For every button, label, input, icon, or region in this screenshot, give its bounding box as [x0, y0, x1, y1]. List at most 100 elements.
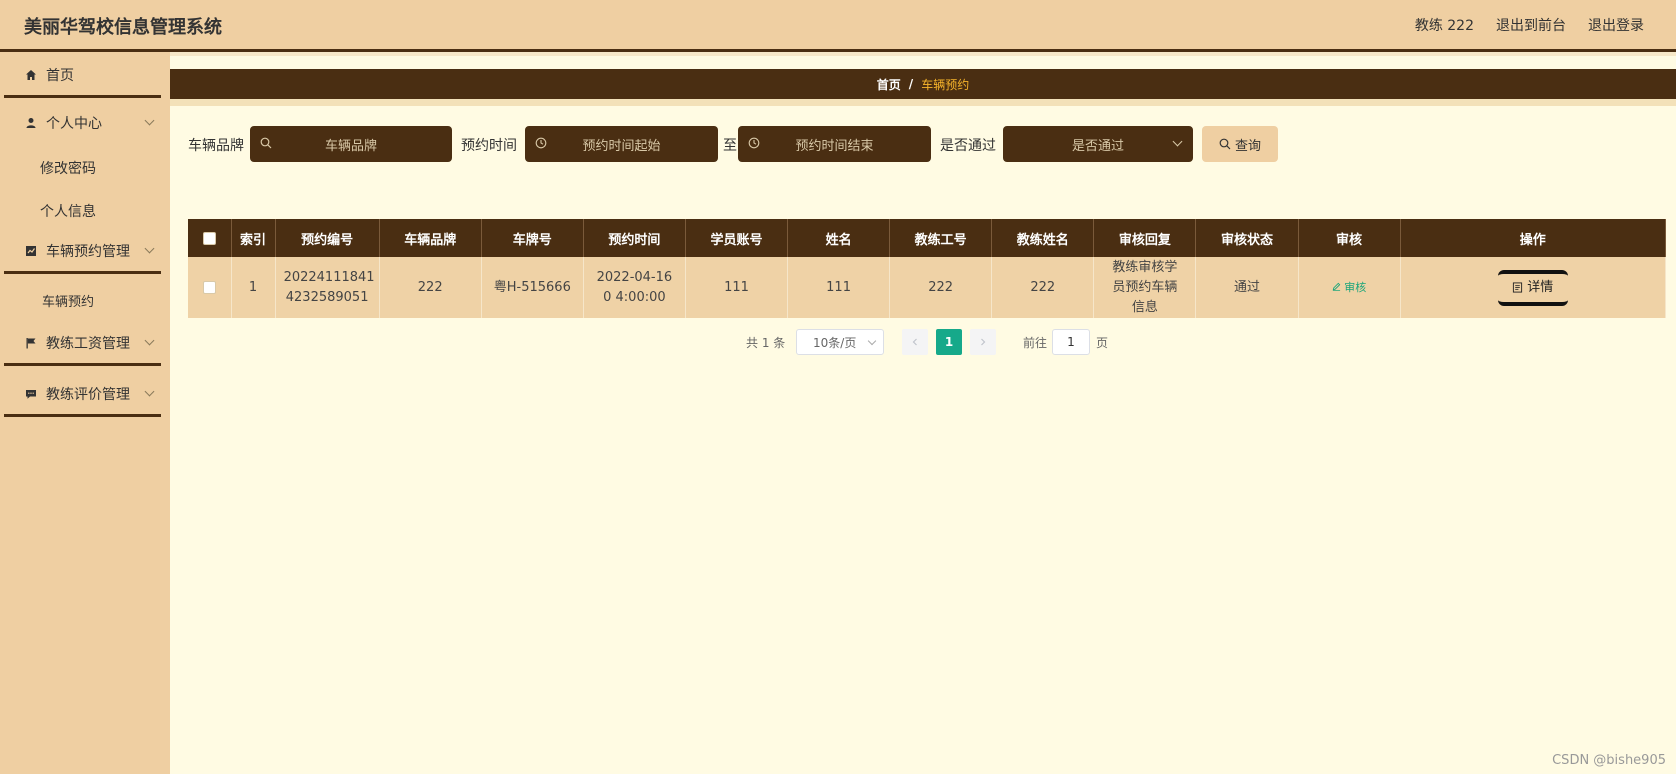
clock-icon	[535, 137, 547, 149]
column-header: 操作	[1400, 219, 1667, 257]
column-header: 审核	[1298, 219, 1401, 257]
page-number-current[interactable]: 1	[936, 329, 962, 355]
user-icon	[24, 116, 38, 130]
time-label: 预约时间	[461, 138, 517, 154]
column-header: 学员账号	[685, 219, 789, 257]
cell-reply: 教练审核学员预约车辆信息	[1093, 257, 1197, 318]
breadcrumb-band	[170, 99, 1676, 106]
chevron-down-icon	[144, 386, 155, 397]
audit-label: 审核	[1344, 280, 1367, 294]
clock-icon	[748, 137, 760, 149]
audit-button[interactable]: 审核	[1332, 280, 1367, 294]
chevron-down-icon	[867, 336, 877, 346]
top-header: 美丽华驾校信息管理系统 教练 222 退出到前台 退出登录	[0, 0, 1676, 52]
chevron-right-icon	[981, 338, 986, 346]
sidebar-item-label: 首页	[46, 68, 74, 84]
column-header: 姓名	[787, 219, 891, 257]
document-icon	[1513, 282, 1523, 293]
column-header: 预约编号	[275, 219, 380, 257]
time-start-placeholder: 预约时间起始	[582, 138, 661, 154]
edit-icon	[1332, 282, 1341, 291]
time-end-placeholder: 预约时间结束	[795, 138, 874, 154]
page-size-select[interactable]: 10条/页	[796, 329, 884, 355]
query-button[interactable]: 查询	[1202, 126, 1278, 162]
goto-label: 前往	[1023, 336, 1048, 350]
watermark: CSDN @bishe905	[1552, 753, 1666, 768]
search-form: 车辆品牌 车辆品牌 预约时间 预约时间起始 至 预约时间结束 是否通过 是否通过…	[170, 126, 1676, 162]
sidebar-item-change-password[interactable]: 修改密码	[4, 147, 161, 189]
brand-label: 车辆品牌	[188, 138, 244, 154]
chevron-down-icon	[144, 115, 155, 126]
column-header: 审核状态	[1195, 219, 1299, 257]
column-header: 审核回复	[1093, 219, 1197, 257]
current-user[interactable]: 教练 222	[1415, 15, 1474, 35]
breadcrumb-home[interactable]: 首页	[877, 76, 901, 93]
time-start-input[interactable]: 预约时间起始	[525, 126, 718, 162]
sidebar-item-vehicle-booking[interactable]: 车辆预约	[4, 279, 161, 321]
cell-status: 通过	[1195, 257, 1299, 318]
query-button-label: 查询	[1234, 138, 1261, 154]
chevron-down-icon	[144, 335, 155, 346]
sidebar-item-home[interactable]: 首页	[4, 52, 161, 98]
app-title: 美丽华驾校信息管理系统	[24, 17, 222, 38]
cell-actions: 详情	[1400, 257, 1667, 318]
chart-icon	[24, 244, 38, 258]
sidebar: 首页 个人中心 修改密码 个人信息 车辆预约管理 车辆预约 教练工资管理 教练评…	[0, 52, 170, 774]
comment-icon	[24, 387, 38, 401]
column-header: 车牌号	[481, 219, 584, 257]
cell-plate: 粤H-515666	[481, 257, 584, 318]
column-header: 教练姓名	[991, 219, 1095, 257]
column-header: 索引	[231, 219, 276, 257]
cell-student-account: 111	[685, 257, 789, 318]
chevron-left-icon	[912, 338, 917, 346]
sidebar-item-personal-center[interactable]: 个人中心	[4, 100, 161, 146]
home-icon	[24, 68, 38, 82]
sidebar-item-label: 个人中心	[46, 116, 102, 132]
detail-button[interactable]: 详情	[1497, 269, 1568, 306]
chevron-down-icon	[144, 243, 155, 254]
select-all-checkbox[interactable]	[202, 231, 216, 245]
row-checkbox[interactable]	[202, 280, 216, 294]
sidebar-item-coach-eval-mgmt[interactable]: 教练评价管理	[4, 371, 161, 417]
row-select-cell	[188, 257, 232, 318]
logout-link[interactable]: 退出登录	[1588, 15, 1644, 35]
sidebar-item-personal-info[interactable]: 个人信息	[4, 190, 161, 232]
pass-label: 是否通过	[940, 138, 996, 154]
page-suffix-label: 页	[1096, 336, 1109, 350]
next-page-button[interactable]	[970, 329, 996, 355]
time-end-input[interactable]: 预约时间结束	[738, 126, 931, 162]
table-header-row: 索引 预约编号 车辆品牌 车牌号 预约时间 学员账号 姓名 教练工号 教练姓名 …	[188, 219, 1667, 257]
breadcrumb-separator: /	[908, 77, 914, 91]
cell-index: 1	[231, 257, 276, 318]
sidebar-item-label: 车辆预约管理	[46, 244, 130, 260]
detail-label: 详情	[1527, 279, 1554, 295]
header-actions: 教练 222 退出到前台 退出登录	[1415, 15, 1644, 35]
table-row: 1 20224111841 4232589051 222 粤H-515666 2…	[188, 257, 1667, 318]
prev-page-button[interactable]	[902, 329, 928, 355]
sidebar-item-coach-salary-mgmt[interactable]: 教练工资管理	[4, 320, 161, 366]
brand-search-input[interactable]: 车辆品牌	[250, 126, 452, 162]
search-icon	[260, 137, 272, 149]
sidebar-item-label: 教练评价管理	[46, 387, 130, 403]
cell-name: 111	[787, 257, 891, 318]
sidebar-item-vehicle-booking-mgmt[interactable]: 车辆预约管理	[4, 228, 161, 274]
flag-icon	[24, 336, 38, 350]
column-header: 车辆品牌	[379, 219, 482, 257]
breadcrumb: 首页 / 车辆预约	[170, 69, 1676, 99]
cell-brand: 222	[379, 257, 482, 318]
chevron-down-icon	[1172, 136, 1183, 147]
booking-table: 索引 预约编号 车辆品牌 车牌号 预约时间 学员账号 姓名 教练工号 教练姓名 …	[188, 219, 1667, 318]
search-icon	[1219, 138, 1231, 150]
brand-placeholder: 车辆品牌	[324, 138, 377, 154]
pagination: 共 1 条 10条/页 1 前往 1 页	[170, 329, 1676, 355]
exit-to-front-link[interactable]: 退出到前台	[1496, 15, 1566, 35]
page-size-value: 10条/页	[813, 335, 857, 350]
cell-coach-name: 222	[991, 257, 1095, 318]
pass-select[interactable]: 是否通过	[1003, 126, 1193, 162]
breadcrumb-current: 车辆预约	[921, 77, 970, 92]
main-content: 首页 / 车辆预约 车辆品牌 车辆品牌 预约时间 预约时间起始 至 预约时间结束…	[170, 52, 1676, 774]
goto-page-input[interactable]: 1	[1052, 329, 1090, 355]
column-header: 预约时间	[583, 219, 686, 257]
cell-time: 2022-04-16 0 4:00:00	[583, 257, 686, 318]
pass-placeholder: 是否通过	[1071, 138, 1124, 154]
